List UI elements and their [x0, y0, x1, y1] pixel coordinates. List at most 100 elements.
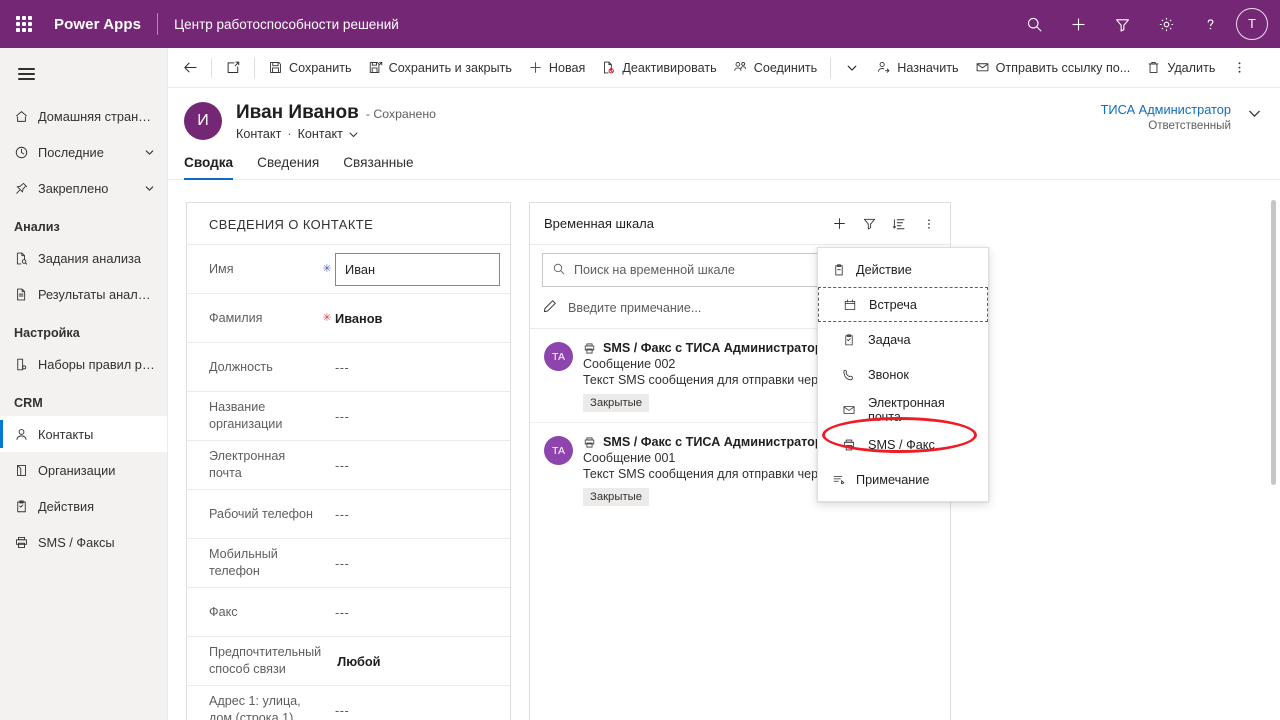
mobile-phone-value[interactable]: ---	[335, 556, 510, 571]
owner-chevron-down-icon[interactable]	[1247, 106, 1262, 124]
site-map-toggle[interactable]	[6, 54, 46, 94]
clock-icon	[14, 145, 36, 160]
filter-icon[interactable]	[1100, 0, 1144, 48]
field-row-email: Электронная почта ---	[187, 440, 510, 489]
owner-block: ТИСА Администратор Ответственный	[1101, 102, 1262, 132]
timeline-bottom-spacer	[530, 516, 950, 550]
field-label: Фамилия	[209, 310, 263, 325]
chevron-down-icon[interactable]	[141, 147, 157, 158]
plus-icon[interactable]	[1056, 0, 1100, 48]
job-title-value[interactable]: ---	[335, 360, 510, 375]
back-arrow-icon[interactable]	[174, 52, 206, 84]
deactivate-button[interactable]: Деактивировать	[593, 52, 724, 84]
sidebar-item-activities[interactable]: Действия	[0, 488, 167, 524]
flyout-header-action[interactable]: Действие	[818, 252, 988, 287]
timeline-header: Временная шкала	[530, 203, 950, 245]
field-row-fax: Факс ---	[187, 587, 510, 636]
flyout-item-email[interactable]: Электронная почта	[818, 392, 988, 427]
save-button[interactable]: Сохранить	[260, 52, 360, 84]
sidebar-item-rulesets[interactable]: Наборы правил раб...	[0, 346, 167, 382]
required-indicator: ✳	[322, 311, 332, 324]
sidebar-group-title-settings: Настройка	[14, 326, 80, 340]
preferred-contact-value[interactable]: Любой	[337, 654, 510, 669]
help-icon[interactable]	[1188, 0, 1232, 48]
field-row-address-line1: Адрес 1: улица, дом (строка 1) ---	[187, 685, 510, 720]
field-row-job-title: Должность ---	[187, 342, 510, 391]
owner-text: ТИСА Администратор Ответственный	[1101, 102, 1231, 132]
sidebar-item-contacts[interactable]: Контакты	[0, 416, 167, 452]
brand-title[interactable]: Power Apps	[48, 16, 157, 33]
timeline-note-placeholder: Введите примечание...	[568, 300, 702, 315]
timeline-sort-icon[interactable]	[884, 209, 914, 239]
save-status-label: - Сохранено	[365, 107, 437, 121]
flyout-item-label: Звонок	[868, 367, 909, 382]
avatar: ТА	[544, 436, 573, 465]
sidebar-item-sms-fax[interactable]: SMS / Факсы	[0, 524, 167, 560]
fax-value[interactable]: ---	[335, 605, 510, 620]
flyout-item-label: Встреча	[869, 297, 917, 312]
flyout-item-task[interactable]: Задача	[818, 322, 988, 357]
send-link-button-label: Отправить ссылку по...	[995, 60, 1131, 75]
app-name-label[interactable]: Центр работоспособности решений	[158, 17, 399, 32]
calendar-icon	[843, 298, 869, 312]
search-icon[interactable]	[1012, 0, 1056, 48]
sidebar-item-analysis-results[interactable]: Результаты анализа	[0, 276, 167, 312]
company-name-value[interactable]: ---	[335, 409, 510, 424]
connect-chevron-down-icon[interactable]	[836, 52, 868, 84]
email-value[interactable]: ---	[335, 458, 510, 473]
flyout-item-sms-fax[interactable]: SMS / Факс	[818, 427, 988, 462]
tab-related[interactable]: Связанные	[343, 155, 413, 179]
note-icon	[832, 473, 856, 487]
sidebar-item-label: Контакты	[38, 426, 94, 442]
gear-icon[interactable]	[1144, 0, 1188, 48]
tab-details[interactable]: Сведения	[257, 155, 319, 179]
sidebar-item-recent[interactable]: Последние	[0, 134, 167, 170]
last-name-value[interactable]: Иванов	[335, 311, 510, 326]
sidebar-item-home[interactable]: Домашняя страница	[0, 98, 167, 134]
field-label: Должность	[209, 359, 273, 374]
flyout-item-note[interactable]: Примечание	[818, 462, 988, 497]
form-chevron-down-icon[interactable]	[348, 129, 359, 140]
search-icon	[552, 262, 566, 279]
business-phone-value[interactable]: ---	[335, 507, 510, 522]
timeline-filter-icon[interactable]	[854, 209, 884, 239]
first-name-input[interactable]: Иван	[335, 252, 500, 286]
subtitle-dot: ·	[287, 127, 292, 141]
app-launcher-grid-icon[interactable]	[0, 0, 48, 48]
document-check-icon	[14, 287, 36, 302]
new-button[interactable]: Новая	[520, 52, 593, 84]
person-icon	[14, 427, 36, 442]
save-and-close-button[interactable]: Сохранить и закрыть	[360, 52, 520, 84]
delete-button[interactable]: Удалить	[1138, 52, 1223, 84]
save-and-close-label: Сохранить и закрыть	[388, 60, 512, 75]
assign-button[interactable]: Назначить	[868, 52, 966, 84]
sidebar-item-organizations[interactable]: Организации	[0, 452, 167, 488]
open-in-new-icon[interactable]	[217, 52, 249, 84]
new-button-label: Новая	[548, 60, 586, 75]
chevron-down-icon[interactable]	[141, 183, 157, 194]
sidebar-item-analysis-jobs[interactable]: Задания анализа	[0, 240, 167, 276]
more-vertical-icon[interactable]	[1223, 52, 1255, 84]
timeline-search-placeholder: Поиск на временной шкале	[574, 263, 735, 277]
field-label: Предпочтительный способ связи	[209, 645, 322, 676]
entity-name-label: Контакт	[236, 127, 282, 141]
timeline-more-vertical-icon[interactable]	[914, 209, 944, 239]
task-icon	[842, 333, 868, 347]
fax-icon	[583, 436, 596, 449]
timeline-plus-icon[interactable]	[824, 209, 854, 239]
form-name-label[interactable]: Контакт	[298, 127, 343, 141]
connect-button[interactable]: Соединить	[725, 52, 826, 84]
flyout-item-appointment[interactable]: Встреча	[818, 287, 988, 322]
address-line1-value[interactable]: ---	[335, 703, 510, 718]
flyout-item-phone-call[interactable]: Звонок	[818, 357, 988, 392]
owner-name-link[interactable]: ТИСА Администратор	[1101, 102, 1231, 117]
send-link-button[interactable]: Отправить ссылку по...	[967, 52, 1139, 84]
page-scrollbar[interactable]	[1271, 200, 1276, 485]
sidebar-item-label: SMS / Факсы	[38, 534, 115, 550]
create-activity-flyout: Действие Встреча Задача Звонок Электронн…	[817, 247, 989, 502]
tab-summary[interactable]: Сводка	[184, 155, 234, 180]
home-icon	[14, 109, 36, 124]
save-button-label: Сохранить	[289, 60, 352, 75]
avatar[interactable]: T	[1236, 8, 1268, 40]
sidebar-item-pinned[interactable]: Закреплено	[0, 170, 167, 206]
